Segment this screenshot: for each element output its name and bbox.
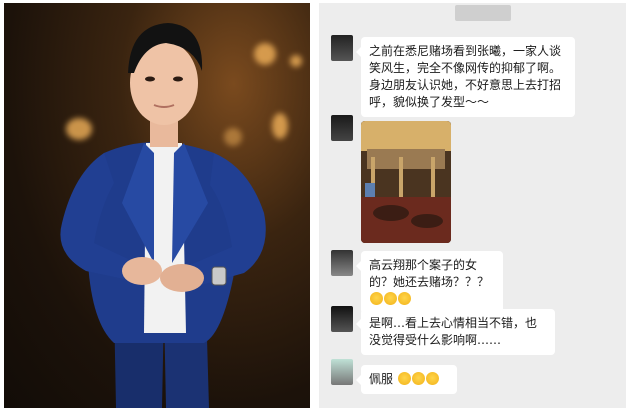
man-in-blue-suit-illustration	[60, 23, 266, 408]
message-text: 是啊…看上去心情相当不错，也没觉得受什么影响啊……	[369, 316, 538, 347]
avatar	[331, 115, 353, 141]
avatar	[331, 359, 353, 385]
sweat-smile-emoji-icon	[384, 292, 397, 305]
blurred-title	[455, 5, 511, 21]
message-text: 高云翔那个案子的女的？她还去赌场？？？	[369, 258, 490, 289]
message-bubble: 之前在悉尼赌场看到张曦，一家人谈笑风生，完全不像网传的抑郁了啊。身边朋友认识她，…	[356, 37, 575, 117]
sweat-smile-emoji-icon	[370, 292, 383, 305]
avatar	[331, 35, 353, 61]
avatar	[331, 250, 353, 276]
sweat-smile-emoji-icon	[425, 372, 439, 385]
sweat-smile-emoji-icon	[411, 372, 425, 385]
chat-screenshot: 之前在悉尼赌场看到张曦，一家人谈笑风生，完全不像网传的抑郁了啊。身边朋友认识她，…	[319, 3, 626, 408]
message-bubble: 佩服	[356, 365, 457, 394]
message-bubble: 高云翔那个案子的女的？她还去赌场？？？	[356, 251, 503, 314]
casino-interior-image	[361, 121, 451, 243]
message-bubble: 是啊…看上去心情相当不错，也没觉得受什么影响啊……	[356, 309, 555, 355]
message-text: 佩服	[369, 372, 394, 386]
sweat-smile-emoji-icon	[397, 372, 411, 385]
avatar	[331, 306, 353, 332]
man-portrait-photo	[4, 3, 310, 408]
message-text: 之前在悉尼赌场看到张曦，一家人谈笑风生，完全不像网传的抑郁了啊。身边朋友认识她，…	[369, 44, 562, 109]
casino-photo-message	[361, 121, 451, 243]
sweat-smile-emoji-icon	[398, 292, 411, 305]
